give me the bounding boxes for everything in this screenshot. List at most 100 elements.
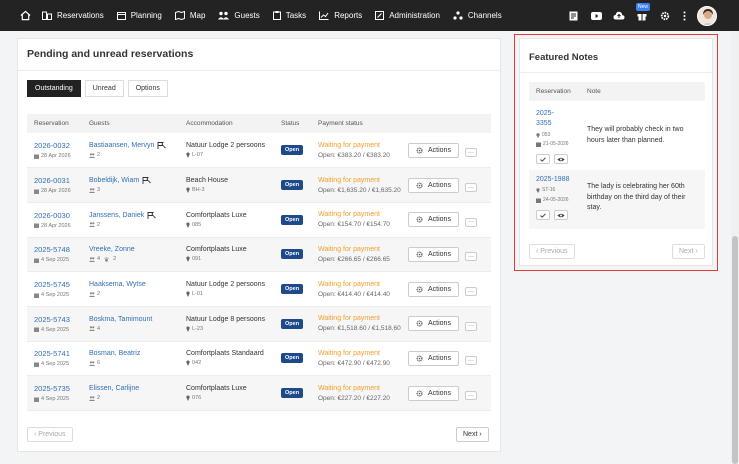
reservation-number-link[interactable]: 2025-5748 xyxy=(34,245,82,254)
more-options-button[interactable]: ··· xyxy=(464,287,477,297)
table-row[interactable]: 2025-5735 4 Sep 2025 Elissen, Carlijne 2 Com… xyxy=(27,375,491,411)
scrollbar-thumb[interactable] xyxy=(732,236,738,464)
guest-name-link[interactable]: Bosman, Beatriz xyxy=(89,350,179,357)
reservation-number-link[interactable]: 2025-5735 xyxy=(34,384,82,393)
guest-name-link[interactable]: Haaksema, Wytse xyxy=(89,281,179,288)
reservation-number-link[interactable]: 2025-5741 xyxy=(34,349,82,358)
reservation-number-link[interactable]: 2026-0032 xyxy=(34,141,82,150)
nav-administration[interactable]: Administration xyxy=(375,11,440,20)
guest-count: 42 xyxy=(89,256,179,262)
note-text: The lady is celebrating her 60th birthda… xyxy=(587,183,686,211)
actions-button[interactable]: Actions xyxy=(408,385,459,401)
date-text: 4 Sep 2025 xyxy=(41,292,70,299)
reservation-cell: 2025-5735 4 Sep 2025 xyxy=(27,375,82,411)
video-icon[interactable] xyxy=(589,9,603,23)
kebab-menu-icon[interactable] xyxy=(681,9,687,23)
gear-icon[interactable] xyxy=(658,9,672,23)
reservation-number-link[interactable]: 2025-5743 xyxy=(34,315,82,324)
guests-cell: Vreeke, Zonne 4 2 xyxy=(82,237,179,273)
table-row[interactable]: 2025-5741 4 Sep 2025 Bosman, Beatriz 6 Comfo… xyxy=(27,341,491,377)
table-row[interactable]: 2026-0031 28 Apr 2026 Bobeldijk, Wiam 3 Beac… xyxy=(27,167,491,203)
tab-unread[interactable]: Unread xyxy=(84,80,124,97)
more-options-button[interactable]: ··· xyxy=(464,391,477,401)
guests-cell: Janssens, Daniek 2 xyxy=(82,202,179,238)
more-options-button[interactable]: ··· xyxy=(464,252,477,262)
receipt-icon[interactable] xyxy=(566,9,580,23)
column-header-reservation: Reservation xyxy=(536,88,571,95)
table-row[interactable]: 2026-0032 28 Apr 2026 Bastiaansen, Mervyn 2… xyxy=(27,133,491,169)
more-options-button[interactable]: ··· xyxy=(464,148,477,158)
actions-button[interactable]: Actions xyxy=(408,281,459,297)
table-row[interactable]: 2025-5745 4 Sep 2025 Haaksema, Wytse 2 Natuu… xyxy=(27,271,491,307)
gift-icon[interactable]: New xyxy=(635,2,651,23)
actions-label: Actions xyxy=(428,250,451,258)
actions-cell: Actions ··· xyxy=(408,341,491,377)
notes-next-button[interactable]: Next › xyxy=(672,244,705,259)
more-options-button[interactable]: ··· xyxy=(464,321,477,331)
nav-guests[interactable]: Guests xyxy=(218,11,260,20)
previous-page-button[interactable]: ‹ Previous xyxy=(27,427,73,442)
nav-label: Reports xyxy=(334,11,363,20)
actions-button[interactable]: Actions xyxy=(408,350,459,366)
reservation-number-link[interactable]: 2025-5745 xyxy=(34,280,82,289)
guest-name-link[interactable]: Bobeldijk, Wiam xyxy=(89,177,179,185)
buildings-icon xyxy=(42,11,52,20)
mark-read-button[interactable] xyxy=(536,154,550,164)
status-cell: Open xyxy=(274,133,311,169)
nav-planning[interactable]: Planning xyxy=(116,11,162,20)
guest-name-link[interactable]: Elissen, Carlijne xyxy=(89,385,179,392)
actions-button[interactable]: Actions xyxy=(408,212,459,228)
nav-channels[interactable]: Channels xyxy=(453,11,502,20)
users-icon xyxy=(218,11,230,20)
location-code: L-23 xyxy=(192,325,204,332)
mark-read-button[interactable] xyxy=(536,210,550,220)
table-row[interactable]: 2025-5743 4 Sep 2025 Boskma, Tamimount 4 Nat… xyxy=(27,306,491,342)
nav-tasks[interactable]: Tasks xyxy=(272,11,306,20)
actions-button[interactable]: Actions xyxy=(408,246,459,262)
guests-cell: Bobeldijk, Wiam 3 xyxy=(82,167,179,203)
reservation-number-link[interactable]: 2026-0031 xyxy=(34,176,82,185)
nav-map[interactable]: Map xyxy=(174,11,205,20)
guest-name-link[interactable]: Boskma, Tamimount xyxy=(89,316,179,323)
calendar-icon xyxy=(34,397,39,402)
table-row[interactable]: 2025-5748 4 Sep 2025 Vreeke, Zonne 4 2 Comfor… xyxy=(27,237,491,273)
status-cell: Open xyxy=(274,167,311,203)
date-text: 28 Apr 2026 xyxy=(41,153,71,160)
tab-options[interactable]: Options xyxy=(127,80,168,97)
payment-status: Waiting for payment xyxy=(318,349,380,357)
status-badge: Open xyxy=(281,145,304,156)
nav-reservations[interactable]: Reservations xyxy=(42,11,104,20)
nav-label: Channels xyxy=(467,11,502,20)
accommodation-name: Natuur Lodge 2 persoons xyxy=(186,142,265,150)
view-button[interactable] xyxy=(554,210,568,220)
home-icon[interactable] xyxy=(18,9,32,23)
actions-button[interactable]: Actions xyxy=(408,142,459,158)
guest-name-link[interactable]: Bastiaansen, Mervyn xyxy=(89,142,179,150)
page-scrollbar[interactable] xyxy=(731,31,739,464)
paw-icon xyxy=(104,257,109,262)
guest-name-link[interactable]: Janssens, Daniek xyxy=(89,212,179,219)
tab-outstanding[interactable]: Outstanding xyxy=(27,80,81,97)
reservation-number-link[interactable]: 2026-0030 xyxy=(34,211,82,220)
accommodation-name: Comfortplaats Luxe xyxy=(186,385,247,393)
actions-button[interactable]: Actions xyxy=(408,316,459,332)
reservation-cell: 2025-5743 4 Sep 2025 xyxy=(27,306,82,342)
payment-cell: Waiting for payment Open: €1,518.60 / €1,… xyxy=(311,306,408,342)
view-button[interactable] xyxy=(554,154,568,164)
more-options-button[interactable]: ··· xyxy=(464,183,477,193)
note-reservation-link[interactable]: 2025- 3355 xyxy=(536,109,576,129)
column-header-reservation: Reservation xyxy=(27,114,82,133)
more-options-button[interactable]: ··· xyxy=(464,217,477,227)
table-row[interactable]: 2026-0030 28 Apr 2026 Janssens, Daniek 2 Com… xyxy=(27,202,491,238)
guest-name-link[interactable]: Vreeke, Zonne xyxy=(89,246,179,253)
cloud-upload-icon[interactable] xyxy=(612,9,626,23)
notes-previous-button[interactable]: ‹ Previous xyxy=(529,244,575,259)
avatar[interactable] xyxy=(697,5,717,26)
nav-reports[interactable]: Reports xyxy=(319,11,362,20)
next-page-button[interactable]: Next › xyxy=(456,427,489,442)
status-cell: Open xyxy=(274,202,311,238)
new-badge: New xyxy=(636,2,651,11)
more-options-button[interactable]: ··· xyxy=(464,356,477,366)
reservation-date: 28 Apr 2026 xyxy=(34,188,82,194)
actions-button[interactable]: Actions xyxy=(408,177,459,193)
